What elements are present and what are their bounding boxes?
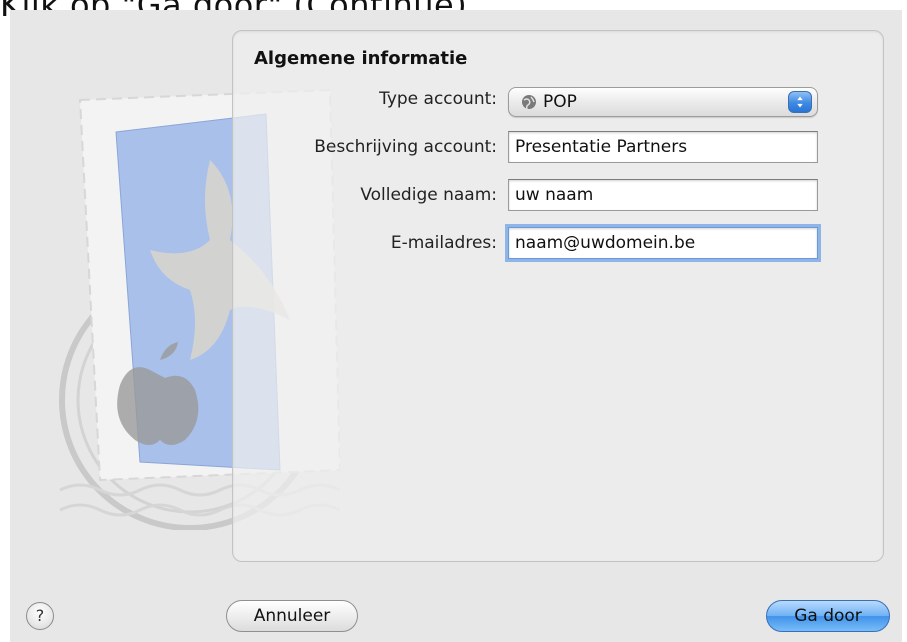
help-button[interactable]: ? — [26, 602, 54, 630]
account-type-select[interactable]: POP — [508, 87, 818, 117]
email-field[interactable] — [508, 227, 818, 259]
account-type-label: Type account: — [379, 89, 497, 109]
cancel-button[interactable]: Annuleer — [226, 600, 358, 632]
description-field[interactable] — [508, 131, 818, 163]
email-label: E-mailadres: — [390, 233, 497, 253]
section-title: Algemene informatie — [254, 48, 468, 69]
full-name-label: Volledige naam: — [360, 185, 497, 205]
continue-button[interactable]: Ga door — [766, 600, 890, 632]
globe-icon — [522, 95, 536, 110]
full-name-field[interactable] — [508, 179, 818, 211]
description-label: Beschrijving account: — [314, 137, 497, 157]
account-type-value: POP — [543, 92, 577, 112]
select-stepper-icon — [788, 91, 812, 113]
